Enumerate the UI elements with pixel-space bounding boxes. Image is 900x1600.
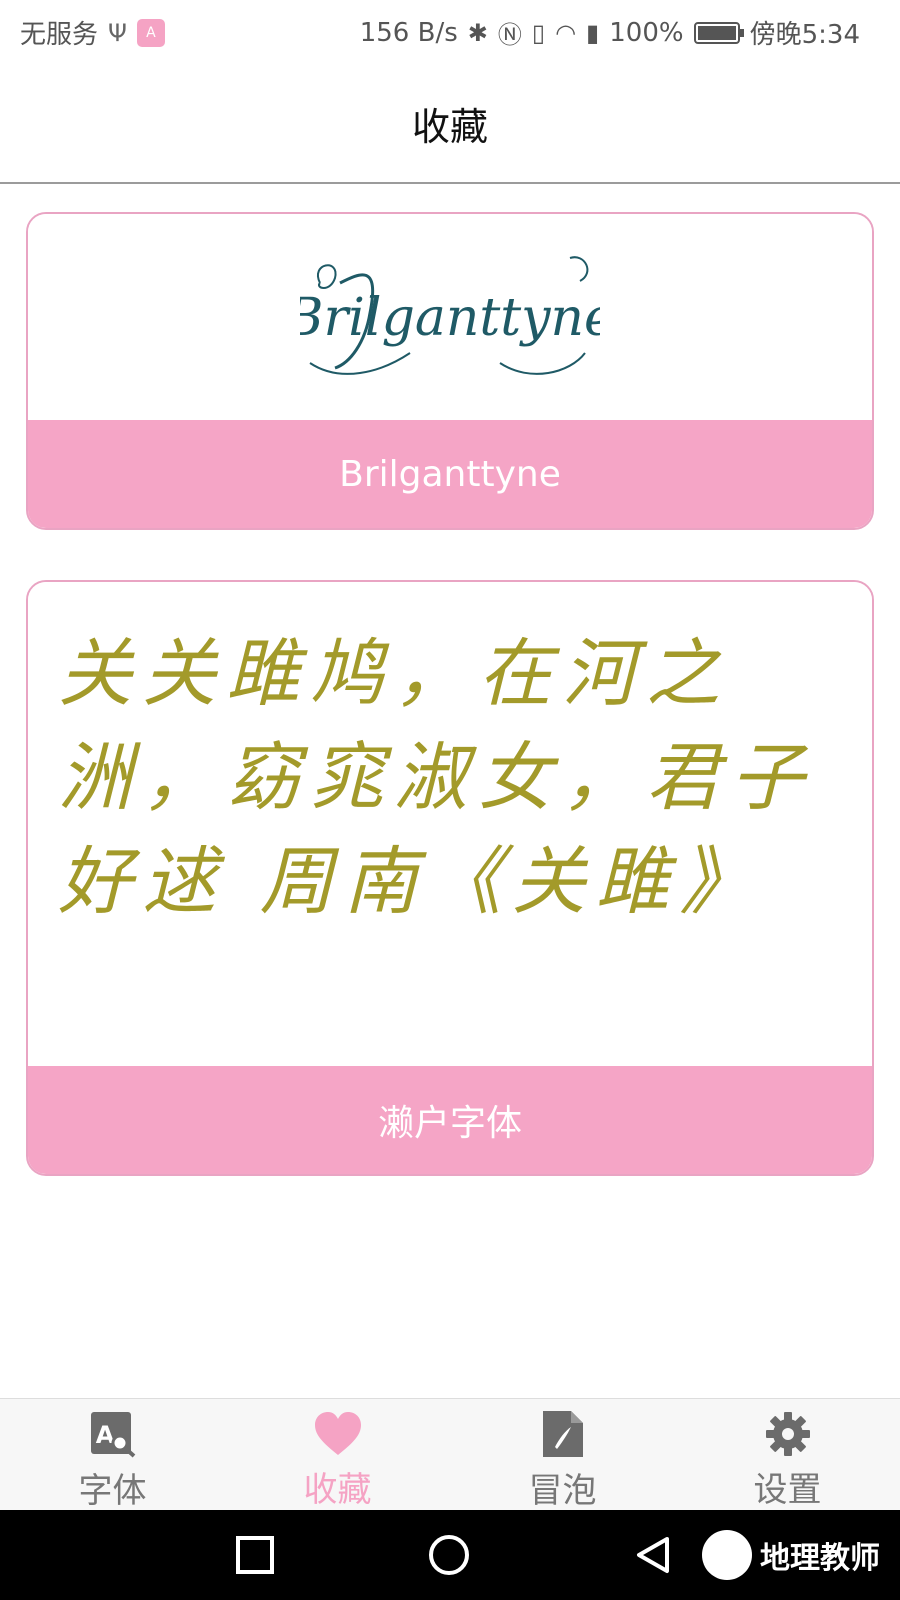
font-preview: 关关雎鸠，在河之洲，窈窕淑女，君子好逑 周南《关雎》 (28, 582, 872, 1066)
favorite-card-seto[interactable]: 关关雎鸠，在河之洲，窈窕淑女，君子好逑 周南《关雎》 濑户字体 (26, 580, 874, 1176)
font-name-label: 濑户字体 (28, 1066, 872, 1174)
network-speed: 156 B/s (359, 17, 458, 48)
globe-icon (702, 1530, 752, 1580)
wifi-icon: ◠ (555, 18, 577, 47)
battery-icon (693, 21, 744, 44)
carrier-text: 无服务 (20, 20, 99, 50)
square-icon (236, 1536, 274, 1574)
circle-icon (429, 1535, 469, 1575)
poem-preview-text: 关关雎鸠，在河之洲，窈窕淑女，君子好逑 周南《关雎》 (58, 631, 814, 925)
battery-percent: 100% (609, 17, 684, 48)
system-navigation-bar: 地理教师 (0, 1510, 900, 1600)
watermark: 地理教师 (702, 1530, 880, 1580)
nav-label: 设置 (753, 1470, 822, 1510)
vibrate-icon: ▯ (531, 18, 546, 47)
page-title: 收藏 (411, 104, 488, 149)
favorite-card-brilganttyne[interactable]: Brilganttyne Brilganttyne (26, 212, 874, 530)
back-button[interactable] (630, 1532, 676, 1578)
alert-icon: ▮ (586, 18, 600, 47)
nav-tab-favorites[interactable]: 收藏 (225, 1399, 450, 1511)
home-button[interactable] (426, 1532, 472, 1578)
nav-label: 字体 (78, 1471, 147, 1511)
nav-tab-settings[interactable]: 设置 (675, 1399, 900, 1511)
nav-label: 冒泡 (528, 1471, 597, 1511)
nav-label: 收藏 (303, 1470, 372, 1510)
gear-icon (763, 1409, 813, 1458)
usb-icon: Ψ (108, 18, 127, 47)
font-search-icon: A (88, 1409, 138, 1459)
app-bar: 收藏 (0, 64, 900, 184)
nfc-icon: Ⓝ (497, 21, 522, 49)
logo-script-text: Brilganttyne (300, 288, 600, 348)
bottom-navigation: A 字体 收藏 冒泡 设置 (0, 1398, 900, 1511)
bluetooth-icon: ✱ (467, 18, 488, 47)
clock: 傍晚5:34 (749, 20, 860, 50)
nav-tab-fonts[interactable]: A 字体 (0, 1399, 225, 1511)
recents-button[interactable] (232, 1532, 278, 1578)
app-notification-icon: A (136, 18, 165, 47)
triangle-back-icon (637, 1537, 669, 1573)
nav-tab-bubble[interactable]: 冒泡 (450, 1399, 675, 1511)
font-preview: Brilganttyne (28, 214, 872, 422)
watermark-text: 地理教师 (760, 1541, 880, 1576)
status-bar: 无服务 Ψ A 156 B/s ✱ Ⓝ ▯ ◠ ▮ 100% 傍晚5:34 (0, 0, 900, 64)
document-pen-icon (538, 1409, 588, 1459)
font-name-label: Brilganttyne (28, 420, 872, 528)
brilganttyne-logo: Brilganttyne (300, 256, 600, 375)
heart-icon (313, 1409, 363, 1458)
